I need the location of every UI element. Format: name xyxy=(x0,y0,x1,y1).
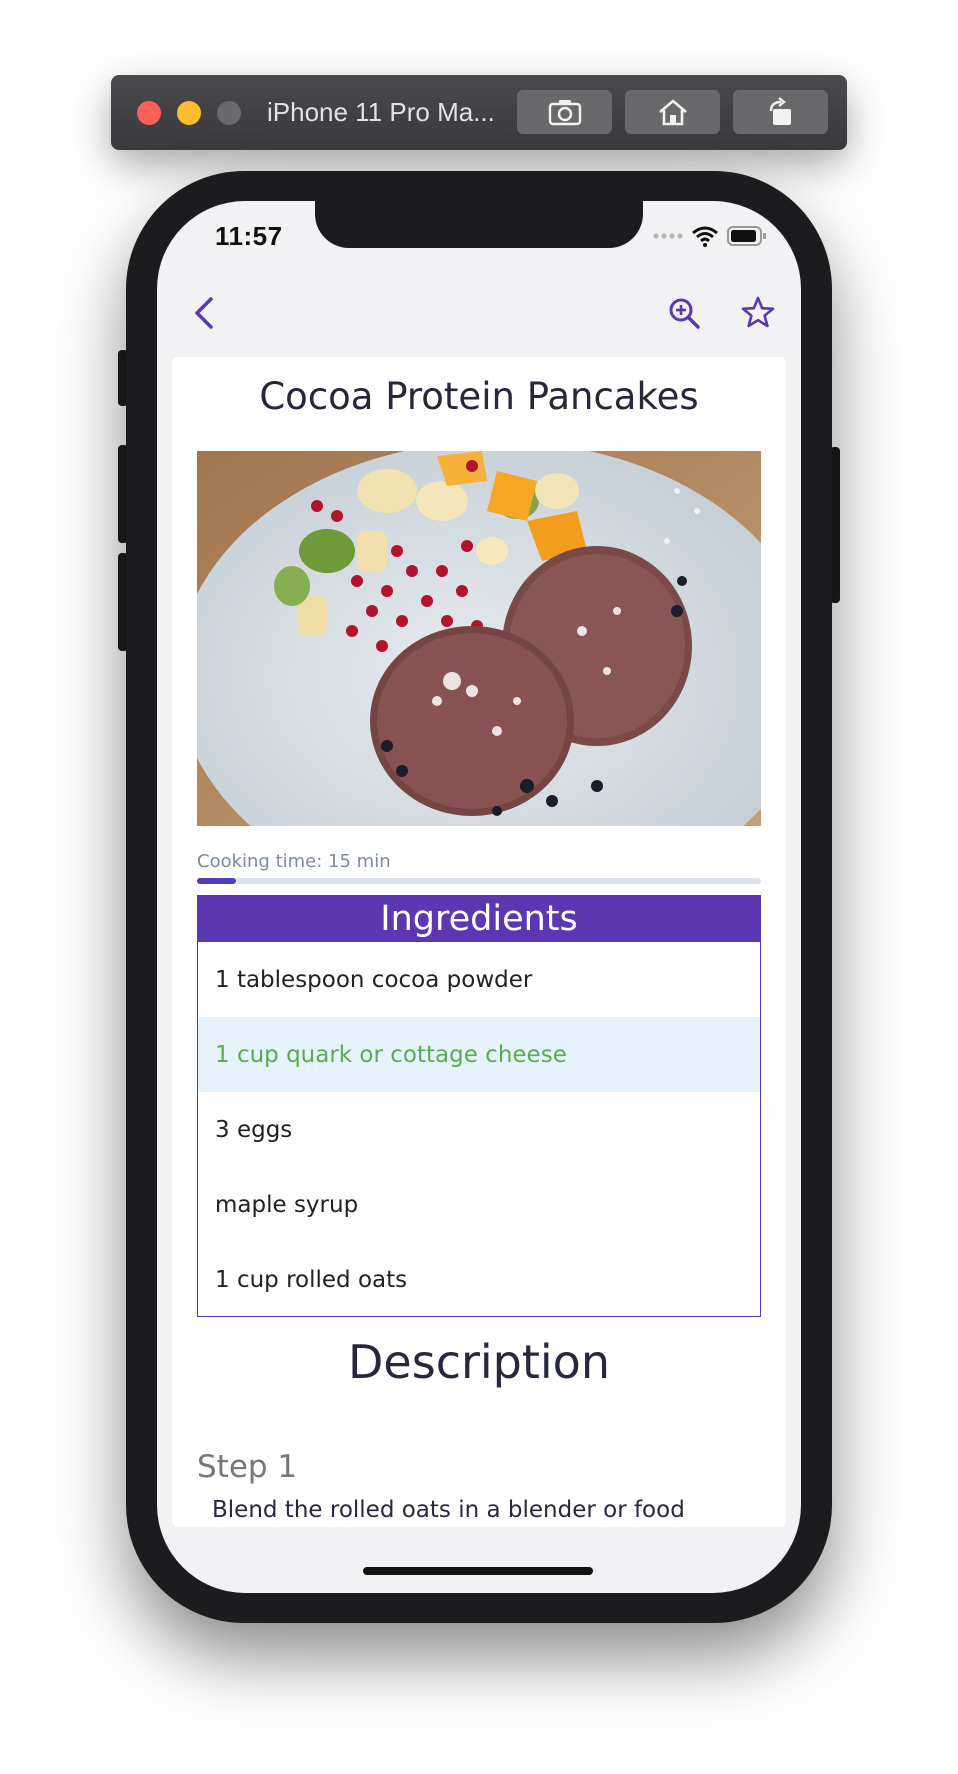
step-title: Step 1 xyxy=(197,1449,298,1485)
phone-screen: 11:57 Cocoa Protein Pancakes Cooking tim… xyxy=(157,201,801,1593)
ingredient-item[interactable]: 1 tablespoon cocoa powder xyxy=(198,942,760,1017)
home-icon xyxy=(658,99,687,126)
ingredient-item[interactable]: 3 eggs xyxy=(198,1092,760,1167)
close-window-button[interactable] xyxy=(137,101,161,125)
ingredient-item[interactable]: 1 cup rolled oats xyxy=(198,1242,760,1317)
minimize-window-button[interactable] xyxy=(177,101,201,125)
simulator-toolbar: iPhone 11 Pro Ma... xyxy=(111,75,847,150)
home-button[interactable] xyxy=(625,90,720,134)
status-time: 11:57 xyxy=(215,221,283,251)
recipe-photo xyxy=(197,451,761,826)
ingredients-panel: Ingredients 1 tablespoon cocoa powder 1 … xyxy=(197,895,761,1317)
zoom-in-icon xyxy=(669,298,700,329)
cooking-time-label: Cooking time: 15 min xyxy=(197,851,391,872)
status-icons xyxy=(653,225,767,247)
camera-icon xyxy=(548,100,581,126)
back-button[interactable] xyxy=(187,293,221,333)
recipe-title: Cocoa Protein Pancakes xyxy=(259,375,699,418)
home-indicator[interactable] xyxy=(363,1567,593,1575)
ingredients-header: Ingredients xyxy=(198,896,760,942)
notch xyxy=(315,201,643,248)
zoom-window-button[interactable] xyxy=(217,101,241,125)
rotate-icon xyxy=(769,97,791,125)
rotate-button[interactable] xyxy=(733,90,828,134)
recipe-photo-graphic xyxy=(197,451,761,826)
chevron-left-icon xyxy=(195,297,213,329)
step-text: Blend the rolled oats in a blender or fo… xyxy=(212,1497,685,1523)
zoom-button[interactable] xyxy=(665,293,703,333)
cooking-time-progress xyxy=(197,878,761,884)
description-title: Description xyxy=(348,1335,610,1389)
battery-icon xyxy=(727,226,766,246)
star-icon xyxy=(741,296,775,328)
ingredient-item[interactable]: maple syrup xyxy=(198,1167,760,1242)
simulator-title: iPhone 11 Pro Ma... xyxy=(267,97,495,127)
wifi-icon xyxy=(692,226,718,247)
screenshot-button[interactable] xyxy=(517,90,612,134)
favorite-button[interactable] xyxy=(739,293,777,333)
recipe-card: Cocoa Protein Pancakes Cooking time: 15 … xyxy=(172,357,786,1527)
ingredient-item[interactable]: 1 cup quark or cottage cheese xyxy=(198,1017,760,1092)
cellular-signal-icon xyxy=(653,233,683,239)
cooking-time-progress-fill xyxy=(197,878,237,884)
